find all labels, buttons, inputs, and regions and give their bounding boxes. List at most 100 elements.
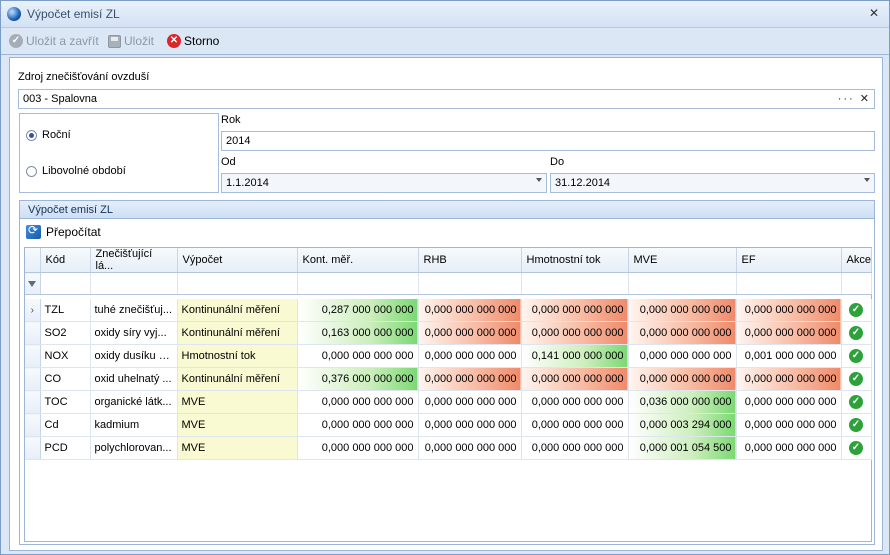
cell-kont[interactable]: 0,163 000 000 000	[297, 321, 419, 345]
cell-calc-method[interactable]: Kontinunální měření	[177, 321, 298, 345]
cell-code[interactable]: TZL	[40, 298, 91, 322]
cell-pollutant[interactable]: oxid uhelnatý ...	[90, 367, 178, 391]
cell-action[interactable]: ✓	[841, 321, 872, 345]
cell-code[interactable]: PCD	[40, 436, 91, 460]
cell-mass-flow[interactable]: 0,000 000 000 000	[521, 298, 629, 322]
cell-action[interactable]: ✓	[841, 413, 872, 437]
column-header-kont[interactable]: Kont. měř.	[297, 248, 419, 273]
filter-icon-cell[interactable]	[25, 272, 41, 295]
filter-cell[interactable]	[418, 272, 522, 295]
row-indicator[interactable]	[25, 321, 41, 345]
filter-cell[interactable]	[297, 272, 419, 295]
filter-cell[interactable]	[90, 272, 178, 295]
table-row[interactable]: SO2 oxidy síry vyj... Kontinunální měření 0…	[25, 321, 872, 345]
to-date-field[interactable]: 31.12.2014	[550, 173, 875, 193]
column-header-mve[interactable]: MVE	[628, 248, 737, 273]
row-indicator[interactable]	[25, 367, 41, 391]
from-date-field[interactable]: 1.1.2014	[221, 173, 547, 193]
table-row[interactable]: PCD polychlorovan... MVE 0,000 000 000 000 0…	[25, 436, 872, 460]
cell-code[interactable]: NOX	[40, 344, 91, 368]
save-close-button[interactable]: ✓ Uložit a zavřít	[9, 34, 99, 48]
radio-annual[interactable]: Roční	[26, 129, 71, 141]
cell-mve[interactable]: 0,000 003 294 000	[628, 413, 737, 437]
cell-code[interactable]: CO	[40, 367, 91, 391]
confirm-check-icon[interactable]: ✓	[849, 302, 863, 317]
cell-mass-flow[interactable]: 0,000 000 000 000	[521, 436, 629, 460]
cell-action[interactable]: ✓	[841, 436, 872, 460]
cell-kont[interactable]: 0,287 000 000 000	[297, 298, 419, 322]
cell-ef[interactable]: 0,000 000 000 000	[736, 390, 842, 414]
cell-rhb[interactable]: 0,000 000 000 000	[418, 367, 522, 391]
window-close-icon[interactable]: ✕	[869, 6, 879, 20]
cell-mve[interactable]: 0,000 000 000 000	[628, 367, 737, 391]
row-indicator[interactable]: ›	[25, 298, 41, 322]
cell-kont[interactable]: 0,000 000 000 000	[297, 344, 419, 368]
cell-pollutant[interactable]: oxidy dusíku v...	[90, 344, 178, 368]
cell-kont[interactable]: 0,000 000 000 000	[297, 413, 419, 437]
cell-rhb[interactable]: 0,000 000 000 000	[418, 390, 522, 414]
filter-cell[interactable]	[40, 272, 91, 295]
cell-ef[interactable]: 0,000 000 000 000	[736, 298, 842, 322]
cell-kont[interactable]: 0,376 000 000 000	[297, 367, 419, 391]
cell-rhb[interactable]: 0,000 000 000 000	[418, 436, 522, 460]
cell-mass-flow[interactable]: 0,141 000 000 000	[521, 344, 629, 368]
row-indicator[interactable]	[25, 436, 41, 460]
cell-action[interactable]: ✓	[841, 390, 872, 414]
chevron-down-icon[interactable]	[536, 178, 542, 182]
cell-rhb[interactable]: 0,000 000 000 000	[418, 321, 522, 345]
column-header-code[interactable]: Kód	[40, 248, 91, 273]
cell-mve[interactable]: 0,036 000 000 000	[628, 390, 737, 414]
cell-code[interactable]: SO2	[40, 321, 91, 345]
table-row[interactable]: › TZL tuhé znečišťuj... Kontinunální měření…	[25, 298, 872, 322]
filter-cell[interactable]	[521, 272, 629, 295]
table-row[interactable]: NOX oxidy dusíku v... Hmotnostní tok 0,000 …	[25, 344, 872, 368]
filter-cell[interactable]	[736, 272, 842, 295]
radio-custom[interactable]: Libovolné období	[26, 165, 126, 177]
chevron-down-icon[interactable]	[864, 178, 870, 182]
table-row[interactable]: CO oxid uhelnatý ... Kontinunální měření 0,…	[25, 367, 872, 391]
cell-code[interactable]: TOC	[40, 390, 91, 414]
column-header-rhb[interactable]: RHB	[418, 248, 522, 273]
confirm-check-icon[interactable]: ✓	[849, 395, 863, 409]
save-button[interactable]: Uložit	[108, 34, 154, 48]
cell-ef[interactable]: 0,000 000 000 000	[736, 321, 842, 345]
cell-mass-flow[interactable]: 0,000 000 000 000	[521, 413, 629, 437]
cell-mve[interactable]: 0,000 001 054 500	[628, 436, 737, 460]
cell-mve[interactable]: 0,000 000 000 000	[628, 321, 737, 345]
cell-pollutant[interactable]: oxidy síry vyj...	[90, 321, 178, 345]
column-header-action[interactable]: Akce	[841, 248, 872, 273]
cell-ef[interactable]: 0,000 000 000 000	[736, 436, 842, 460]
table-row[interactable]: TOC organické látk... MVE 0,000 000 000 000…	[25, 390, 872, 414]
source-field[interactable]: 003 - Spalovna ··· ✕	[18, 89, 875, 109]
filter-cell[interactable]	[177, 272, 298, 295]
cell-pollutant[interactable]: tuhé znečišťuj...	[90, 298, 178, 322]
cell-action[interactable]: ✓	[841, 344, 872, 368]
column-header-pollutant[interactable]: Znečišťující lá...	[90, 248, 178, 273]
cell-calc-method[interactable]: Kontinunální měření	[177, 298, 298, 322]
cell-calc-method[interactable]: Kontinunální měření	[177, 367, 298, 391]
cell-kont[interactable]: 0,000 000 000 000	[297, 390, 419, 414]
cell-mass-flow[interactable]: 0,000 000 000 000	[521, 367, 629, 391]
cell-ef[interactable]: 0,000 000 000 000	[736, 413, 842, 437]
cell-ef[interactable]: 0,000 000 000 000	[736, 367, 842, 391]
year-field[interactable]: 2014	[221, 131, 875, 151]
cell-action[interactable]: ✓	[841, 298, 872, 322]
column-header-mass-flow[interactable]: Hmotnostní tok	[521, 248, 629, 273]
table-row[interactable]: Cd kadmium MVE 0,000 000 000 000 0,000 000 0…	[25, 413, 872, 437]
confirm-check-icon[interactable]: ✓	[849, 326, 863, 340]
cell-pollutant[interactable]: polychlorovan...	[90, 436, 178, 460]
confirm-check-icon[interactable]: ✓	[849, 372, 863, 386]
row-indicator[interactable]	[25, 390, 41, 414]
cell-kont[interactable]: 0,000 000 000 000	[297, 436, 419, 460]
cell-pollutant[interactable]: organické látk...	[90, 390, 178, 414]
cell-calc-method[interactable]: MVE	[177, 390, 298, 414]
cell-calc-method[interactable]: Hmotnostní tok	[177, 344, 298, 368]
filter-cell[interactable]	[628, 272, 737, 295]
source-field-buttons[interactable]: ··· ✕	[838, 92, 871, 105]
recalculate-button[interactable]: Přepočítat	[26, 223, 101, 239]
cell-code[interactable]: Cd	[40, 413, 91, 437]
cell-mve[interactable]: 0,000 000 000 000	[628, 298, 737, 322]
confirm-check-icon[interactable]: ✓	[849, 349, 863, 363]
filter-cell[interactable]	[841, 272, 872, 295]
cell-pollutant[interactable]: kadmium	[90, 413, 178, 437]
